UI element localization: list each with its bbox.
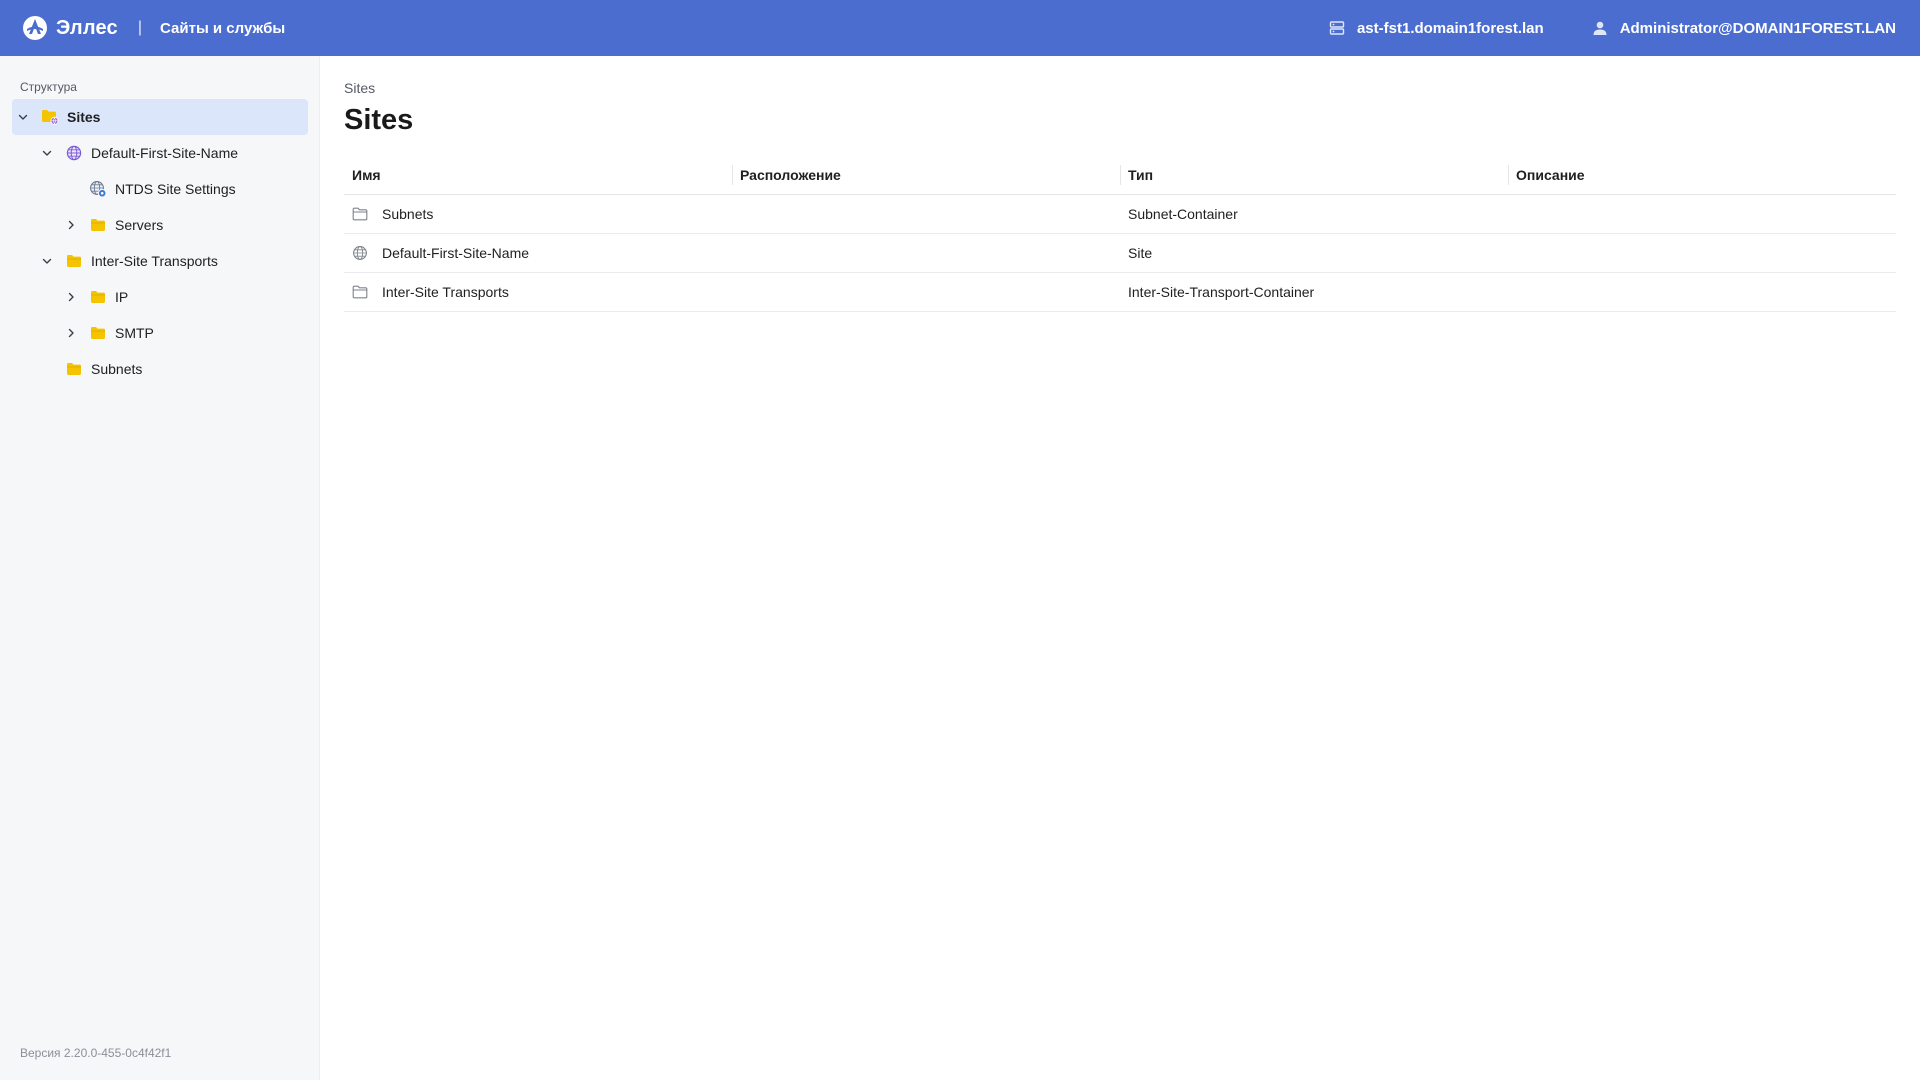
tree-item-label: NTDS Site Settings — [115, 181, 236, 197]
brand-name: Эллес — [56, 16, 118, 39]
folder-outline-icon — [352, 206, 368, 222]
tree-item-default-first-site-name[interactable]: Default-First-Site-Name — [12, 135, 308, 171]
settings-globe-icon — [89, 180, 107, 198]
cell-type: Inter-Site-Transport-Container — [1120, 272, 1508, 312]
row-name: Subnets — [382, 205, 434, 222]
cell-description — [1508, 272, 1896, 312]
page-title: Sites — [344, 104, 414, 136]
folder-icon — [65, 360, 83, 378]
chevron-right-icon[interactable] — [61, 287, 81, 307]
tree-item-label: Subnets — [91, 361, 143, 377]
table-body: Subnets Subnet-Container Default-First-Sit… — [344, 194, 1896, 312]
tree-item-ntds-site-settings[interactable]: NTDS Site Settings — [12, 171, 308, 207]
structure-tree: Sites Default-First-Site-Name NTDS Site Se… — [12, 99, 308, 387]
cell-name[interactable]: Inter-Site Transports — [344, 272, 732, 312]
cell-description — [1508, 233, 1896, 273]
cell-name[interactable]: Default-First-Site-Name — [344, 233, 732, 273]
table-row[interactable]: Inter-Site Transports Inter-Site-Transpor… — [344, 272, 1896, 312]
version-label: Версия 2.20.0-455-0c4f42f1 — [20, 1046, 172, 1060]
cell-description — [1508, 194, 1896, 234]
chevron-down-icon[interactable] — [37, 143, 57, 163]
user-menu[interactable]: Administrator@DOMAIN1FOREST.LAN — [1592, 20, 1896, 37]
server-name: ast-fst1.domain1forest.lan — [1356, 19, 1544, 37]
folder-icon — [89, 216, 107, 234]
folder-icon — [65, 252, 83, 270]
table-row[interactable]: Subnets Subnet-Container — [344, 194, 1896, 234]
globe-outline-icon — [352, 245, 368, 261]
folder-icon — [89, 324, 107, 342]
tree-item-label: Default-First-Site-Name — [91, 145, 239, 161]
cell-name[interactable]: Subnets — [344, 194, 732, 234]
tree-item-inter-site-transports[interactable]: Inter-Site Transports — [12, 243, 308, 279]
cell-type: Site — [1120, 233, 1508, 273]
objects-table: Имя Расположение Тип Описание Subnets Sub… — [344, 156, 1896, 312]
tree-item-servers[interactable]: Servers — [12, 207, 308, 243]
column-header-description[interactable]: Описание — [1508, 156, 1896, 195]
user-icon — [1593, 21, 1607, 35]
sites-folder-icon — [41, 108, 59, 126]
tree-item-label: SMTP — [115, 325, 154, 341]
row-name: Inter-Site Transports — [382, 283, 509, 300]
column-header-location[interactable]: Расположение — [732, 156, 1120, 195]
globe-icon — [65, 144, 83, 162]
tree-item-label: Inter-Site Transports — [91, 253, 218, 269]
tree-item-smtp[interactable]: SMTP — [12, 315, 308, 351]
table-row[interactable]: Default-First-Site-Name Site — [344, 233, 1896, 273]
chevron-down-icon[interactable] — [37, 251, 57, 271]
server-selector[interactable]: ast-fst1.domain1forest.lan — [1329, 20, 1544, 37]
tree-item-sites[interactable]: Sites — [12, 99, 308, 135]
row-name: Default-First-Site-Name — [382, 244, 530, 261]
cell-location — [732, 272, 1120, 312]
table-header: Имя Расположение Тип Описание — [344, 156, 1896, 195]
brand[interactable]: Эллес — [22, 15, 118, 41]
cell-location — [732, 194, 1120, 234]
folder-icon — [89, 288, 107, 306]
chevron-right-icon[interactable] — [61, 215, 81, 235]
tree-item-ip[interactable]: IP — [12, 279, 308, 315]
chevron-down-icon[interactable] — [13, 107, 33, 127]
cell-location — [732, 233, 1120, 273]
sidebar: Структура Sites Default-First-Site-Name NT… — [0, 56, 320, 1080]
folder-outline-icon — [352, 284, 368, 300]
column-header-name[interactable]: Имя — [344, 156, 732, 195]
chevron-right-icon[interactable] — [61, 323, 81, 343]
main-content: Sites Sites Имя Расположение Тип Описани… — [344, 56, 1896, 1080]
top-bar: Эллес | Сайты и службы ast-fst1.domain1f… — [0, 0, 1920, 56]
header-separator: | — [137, 19, 143, 36]
app-title: Сайты и службы — [160, 19, 286, 37]
server-icon — [1329, 21, 1345, 35]
cell-type: Subnet-Container — [1120, 194, 1508, 234]
name-cell-content: Inter-Site Transports — [352, 284, 732, 300]
name-cell-content: Subnets — [352, 206, 732, 222]
sidebar-caption: Структура — [20, 80, 77, 94]
tree-item-label: Sites — [67, 109, 101, 125]
breadcrumb[interactable]: Sites — [344, 80, 375, 96]
tree-item-subnets[interactable]: Subnets — [12, 351, 308, 387]
logo-icon — [23, 16, 47, 40]
name-cell-content: Default-First-Site-Name — [352, 245, 732, 261]
column-header-type[interactable]: Тип — [1120, 156, 1508, 195]
tree-item-label: IP — [115, 289, 129, 305]
header-right: ast-fst1.domain1forest.lan Administrator… — [1329, 20, 1896, 37]
user-name: Administrator@DOMAIN1FOREST.LAN — [1619, 19, 1896, 37]
tree-item-label: Servers — [115, 217, 164, 233]
